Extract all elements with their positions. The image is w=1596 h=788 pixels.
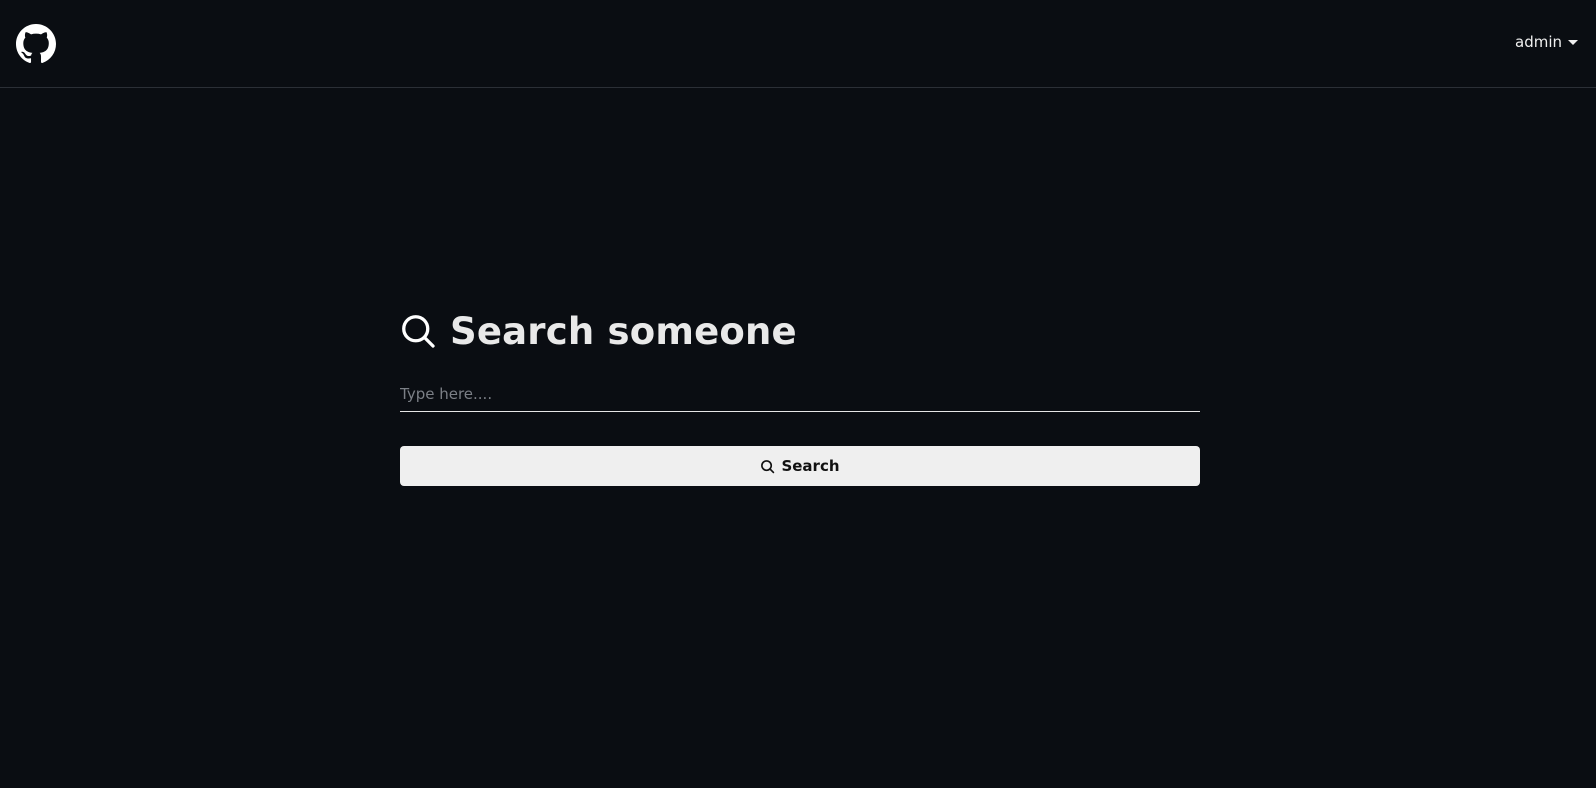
page-title: Search someone [400,306,1200,356]
github-icon [16,24,56,64]
page-title-text: Search someone [450,309,797,353]
search-button-label: Search [781,457,840,475]
github-logo-link[interactable] [16,24,56,64]
search-button[interactable]: Search [400,446,1200,486]
search-icon [402,315,435,348]
user-menu-dropdown[interactable]: admin [1515,33,1578,51]
search-panel: Search someone Search [400,306,1200,486]
search-input[interactable] [400,376,1200,412]
search-icon [761,459,775,473]
caret-down-icon [1568,40,1578,45]
user-menu-label: admin [1515,33,1562,51]
top-navbar: admin [0,0,1596,88]
